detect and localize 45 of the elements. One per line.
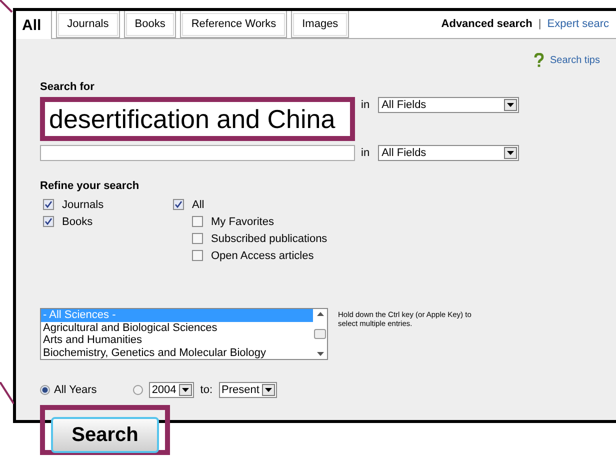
search-button[interactable]: Search: [51, 417, 159, 453]
search-tips-link[interactable]: Search tips: [550, 55, 600, 66]
checkbox[interactable]: [43, 199, 54, 210]
annotation-line: [0, 0, 14, 14]
checkbox-label: Journals: [62, 198, 104, 210]
search-mode-link[interactable]: Advanced search: [441, 18, 532, 30]
separator: |: [538, 18, 542, 30]
year-dropdown[interactable]: Present: [218, 382, 278, 398]
range-label: to:: [200, 384, 213, 396]
help-icon: [534, 53, 544, 68]
subject-option[interactable]: Biochemistry, Genetics and Molecular Biology: [41, 346, 313, 359]
year-dropdown[interactable]: 2004: [148, 382, 194, 398]
checkbox-label: All: [192, 198, 204, 210]
annotation-line: [0, 382, 14, 404]
scroll-up-icon[interactable]: [316, 312, 324, 316]
checkbox[interactable]: [192, 216, 203, 227]
section-label: Refine your search: [40, 180, 140, 192]
search-mode-link[interactable]: Expert searc: [547, 18, 609, 30]
subject-option[interactable]: Agricultural and Biological Sciences: [41, 322, 313, 334]
scroll-down-icon[interactable]: [316, 352, 324, 356]
checkbox-label: Subscribed publications: [211, 232, 328, 244]
checkbox[interactable]: [173, 199, 184, 210]
field-dropdown[interactable]: All Fields: [378, 97, 519, 113]
subject-option[interactable]: Arts and Humanities: [41, 334, 313, 346]
checkbox-label: My Favorites: [211, 216, 274, 228]
tab[interactable]: Journals: [56, 11, 120, 38]
checkbox[interactable]: [43, 216, 54, 227]
checkbox[interactable]: [192, 250, 203, 261]
search-field[interactable]: [40, 145, 355, 161]
tab[interactable]: Reference Works: [180, 11, 288, 38]
checkbox-label: Open Access articles: [211, 250, 314, 262]
radio-label: All Years: [54, 384, 97, 396]
search-field[interactable]: desertification and China: [40, 97, 355, 141]
field-dropdown[interactable]: All Fields: [378, 145, 519, 161]
field-connector: in: [361, 99, 370, 111]
radio-button[interactable]: [132, 385, 143, 395]
field-connector: in: [361, 147, 370, 159]
subject-listbox[interactable]: - All Sciences - Agricultural and Biological Sciences Arts and Humanities Biochemistry, Genetics and Molecular Biology: [40, 308, 328, 360]
checkbox[interactable]: [192, 233, 203, 244]
tab[interactable]: Images: [291, 11, 350, 38]
checkbox-label: Books: [62, 216, 93, 228]
section-label: Search for: [40, 81, 96, 93]
radio-button[interactable]: [40, 385, 50, 395]
tab[interactable]: All: [16, 11, 52, 39]
tab[interactable]: Books: [124, 11, 176, 38]
